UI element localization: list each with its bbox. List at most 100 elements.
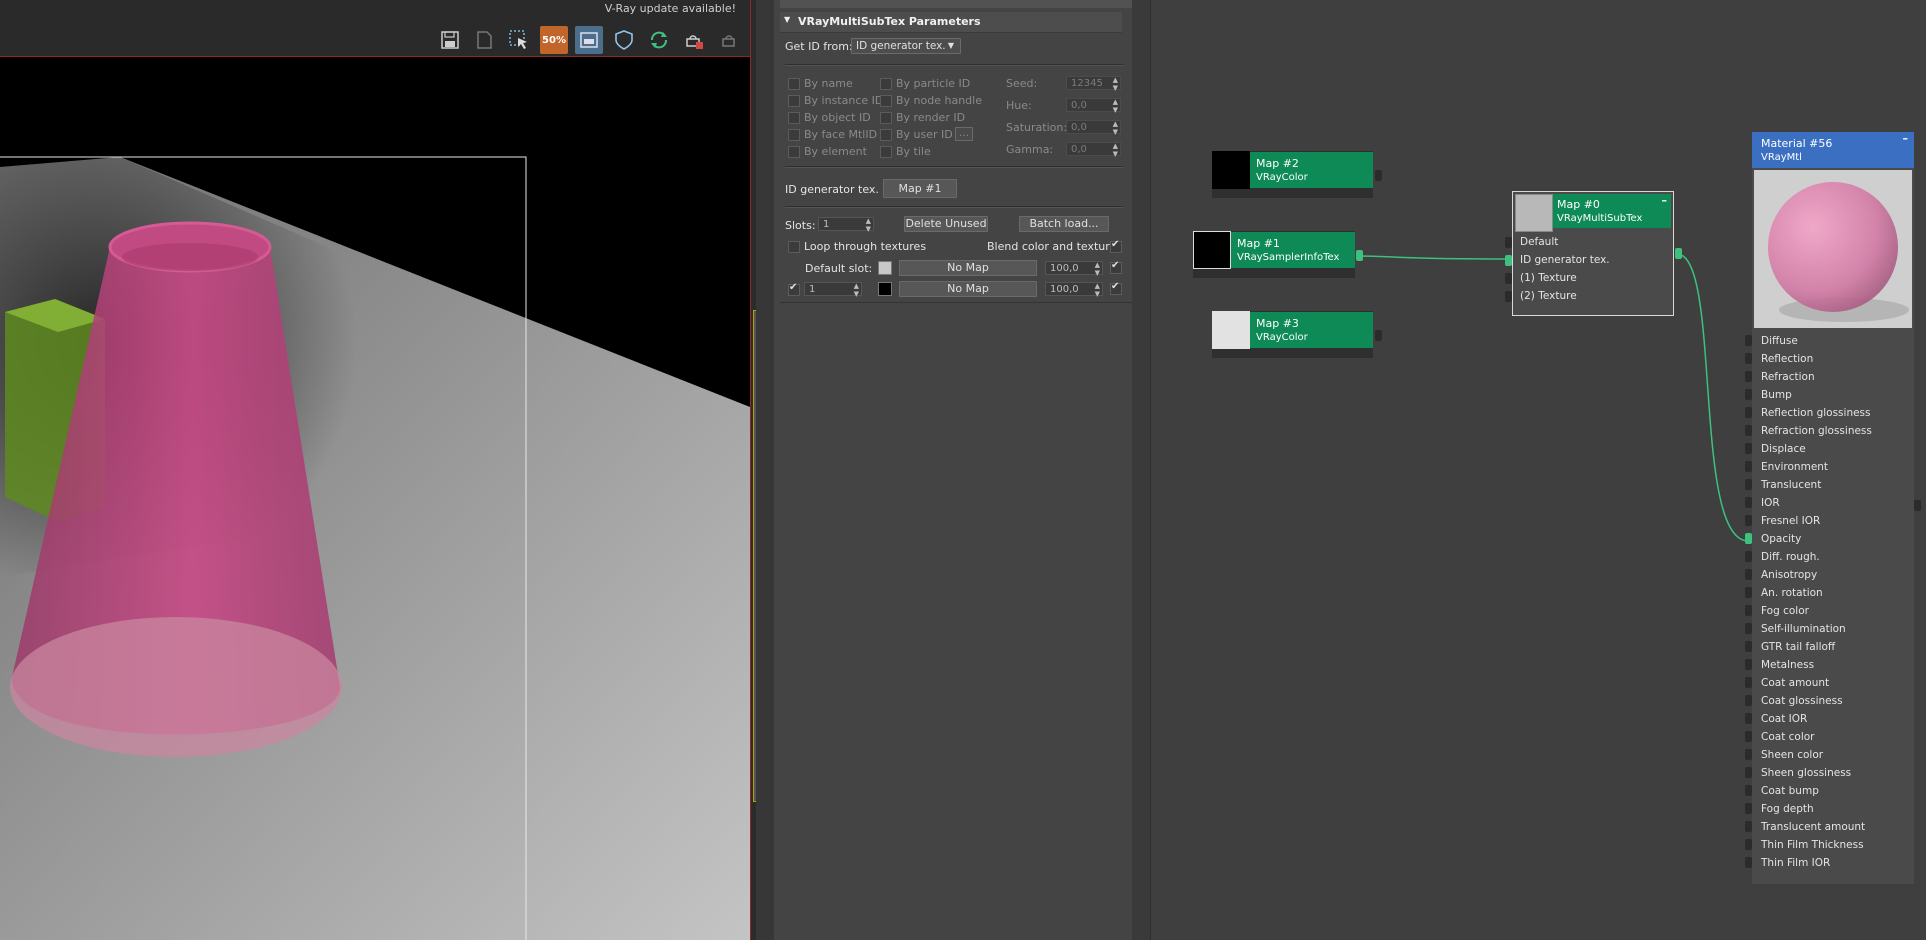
material-input-port[interactable] <box>1745 551 1752 562</box>
map2-node[interactable]: Map #2 VRayColor <box>1212 151 1373 198</box>
slot1-output-checkbox[interactable] <box>1110 281 1122 295</box>
material-input-port[interactable] <box>1745 821 1752 832</box>
by-name-checkbox[interactable] <box>788 78 800 90</box>
material-input-port[interactable] <box>1745 623 1752 634</box>
default-slot-enable-checkbox[interactable] <box>1110 260 1122 274</box>
material-input-port[interactable] <box>1745 479 1752 490</box>
slot1-enable-checkbox[interactable] <box>788 282 800 296</box>
by-particle-id-checkbox[interactable] <box>880 78 892 90</box>
material-input-port[interactable] <box>1745 335 1752 346</box>
material-input-port[interactable] <box>1745 839 1752 850</box>
material-input-port[interactable] <box>1745 695 1752 706</box>
slot1-color-swatch[interactable] <box>878 282 892 296</box>
slot1-amount-spinner[interactable]: 100,0 ▲ ▼ <box>1045 282 1103 298</box>
region-select-icon[interactable] <box>505 26 533 54</box>
delete-unused-button[interactable]: Delete Unused <box>904 216 988 232</box>
saturation-spinner[interactable]: 0,0 ▲ ▼ <box>1066 120 1121 136</box>
panel-top-bar <box>780 0 1138 8</box>
map1-output-port[interactable] <box>1356 250 1363 261</box>
material-input-port[interactable] <box>1745 587 1752 598</box>
material-input-port[interactable] <box>1745 767 1752 778</box>
by-face-mtlid-checkbox[interactable] <box>788 129 800 141</box>
material-input-port[interactable] <box>1745 659 1752 670</box>
map0-node[interactable]: Map #0 VRayMultiSubTex – Default ID gene… <box>1512 191 1674 316</box>
render-image[interactable] <box>0 57 750 940</box>
seed-spinner[interactable]: 12345 ▲ ▼ <box>1066 76 1121 92</box>
rollout-header[interactable]: ▼ VRayMultiSubTex Parameters <box>780 12 1122 33</box>
refresh-icon[interactable] <box>645 26 673 54</box>
slot1-map-button[interactable]: No Map <box>899 281 1037 297</box>
get-id-dropdown[interactable]: ID generator tex. ▼ <box>851 38 961 54</box>
hue-spinner[interactable]: 0,0 ▲ ▼ <box>1066 98 1121 114</box>
map0-default-input-port[interactable] <box>1505 237 1512 248</box>
seed-value: 12345 <box>1071 78 1103 89</box>
teapot-icon[interactable] <box>715 26 743 54</box>
material-input-port[interactable] <box>1745 353 1752 364</box>
material-input-port[interactable] <box>1745 605 1752 616</box>
map0-header[interactable]: Map #0 VRayMultiSubTex – <box>1553 194 1671 228</box>
material-input-port[interactable] <box>1745 407 1752 418</box>
material-input-port[interactable] <box>1745 677 1752 688</box>
material56-node[interactable]: Material #56 VRayMtl – Diffuse Reflection… <box>1752 132 1914 884</box>
map0-output-port[interactable] <box>1675 248 1682 259</box>
by-element-checkbox[interactable] <box>788 146 800 158</box>
batch-load-button[interactable]: Batch load... <box>1019 216 1109 232</box>
save-icon[interactable] <box>436 26 464 54</box>
material-input-port[interactable] <box>1745 803 1752 814</box>
material-input-port[interactable] <box>1745 443 1752 454</box>
spinner-arrows-icon: ▲ ▼ <box>1094 261 1100 277</box>
by-node-handle-checkbox[interactable] <box>880 95 892 107</box>
by-user-id-checkbox[interactable] <box>880 129 892 141</box>
material-input-port[interactable] <box>1745 749 1752 760</box>
map2-header[interactable]: Map #2 VRayColor <box>1250 152 1373 188</box>
map0-tex2-input-port[interactable] <box>1505 291 1512 302</box>
material-input-port[interactable] <box>1745 461 1752 472</box>
render-viewport[interactable]: V-Ray update available! 50% <box>0 0 750 940</box>
by-name-label: By name <box>804 77 853 90</box>
map1-node[interactable]: Map #1 VRaySamplerInfoTex <box>1193 231 1355 278</box>
slot1-id-spinner[interactable]: 1 ▲ ▼ <box>804 282 862 298</box>
loop-through-checkbox[interactable] <box>788 241 800 253</box>
material-input-port[interactable] <box>1745 497 1752 508</box>
blend-checkbox[interactable] <box>1110 239 1122 253</box>
by-render-id-checkbox[interactable] <box>880 112 892 124</box>
material-input-port[interactable] <box>1745 515 1752 526</box>
zoom-badge-icon[interactable]: 50% <box>540 26 568 54</box>
user-id-browse-button[interactable]: ... <box>955 127 973 141</box>
material-input-port[interactable] <box>1745 857 1752 868</box>
material-input-port[interactable] <box>1745 713 1752 724</box>
frame-icon[interactable] <box>575 26 603 54</box>
collapse-icon[interactable]: – <box>1903 132 1909 145</box>
teapot-clear-icon[interactable] <box>680 26 708 54</box>
save-copy-icon[interactable] <box>470 26 498 54</box>
map3-output-port[interactable] <box>1375 330 1382 341</box>
id-generator-map-button[interactable]: Map #1 <box>883 179 957 198</box>
material-input-port[interactable] <box>1745 389 1752 400</box>
material-input-port[interactable] <box>1745 533 1752 544</box>
default-slot-color-swatch[interactable] <box>878 261 892 275</box>
shield-icon[interactable] <box>610 26 638 54</box>
material-input-port[interactable] <box>1745 425 1752 436</box>
material-input-port[interactable] <box>1745 785 1752 796</box>
material-input-port[interactable] <box>1745 641 1752 652</box>
map0-idgen-input-port[interactable] <box>1505 255 1512 266</box>
map0-tex1-input-port[interactable] <box>1505 273 1512 284</box>
collapse-icon[interactable]: – <box>1662 194 1668 207</box>
map1-header[interactable]: Map #1 VRaySamplerInfoTex <box>1231 232 1355 268</box>
by-tile-checkbox[interactable] <box>880 146 892 158</box>
map3-node[interactable]: Map #3 VRayColor <box>1212 311 1373 358</box>
by-object-id-checkbox[interactable] <box>788 112 800 124</box>
default-slot-map-button[interactable]: No Map <box>899 260 1037 276</box>
material-input-port[interactable] <box>1745 371 1752 382</box>
material-input-port[interactable] <box>1745 569 1752 580</box>
material56-header[interactable]: Material #56 VRayMtl – <box>1752 132 1914 168</box>
map3-header[interactable]: Map #3 VRayColor <box>1250 312 1373 348</box>
gamma-spinner[interactable]: 0,0 ▲ ▼ <box>1066 142 1121 158</box>
slots-spinner[interactable]: 1 ▲ ▼ <box>818 217 874 233</box>
material56-output-port[interactable] <box>1914 500 1921 511</box>
by-instance-id-checkbox[interactable] <box>788 95 800 107</box>
map2-output-port[interactable] <box>1375 170 1382 181</box>
vray-update-notice[interactable]: V-Ray update available! <box>605 2 736 15</box>
material-input-port[interactable] <box>1745 731 1752 742</box>
default-slot-amount-spinner[interactable]: 100,0 ▲ ▼ <box>1045 261 1103 277</box>
